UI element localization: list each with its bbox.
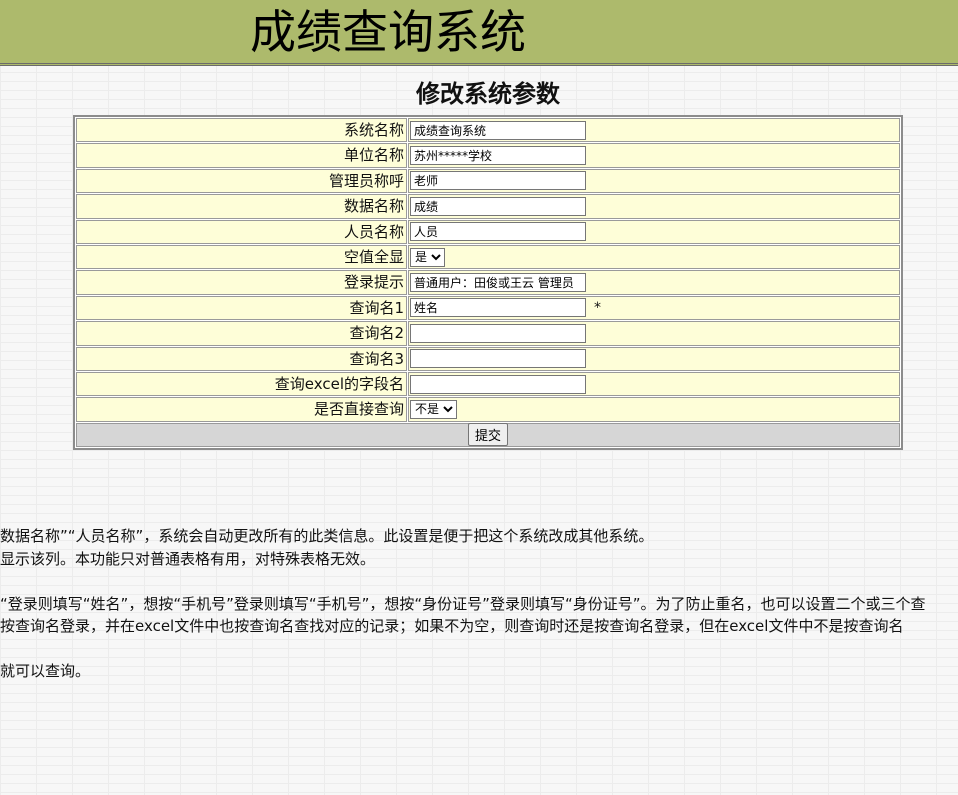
show-empty-select[interactable]: 是 bbox=[410, 247, 445, 267]
form-row-person-name: 人员名称 bbox=[75, 219, 901, 244]
note-line bbox=[0, 570, 958, 593]
field-label: 查询名3 bbox=[76, 346, 407, 371]
form-row-org-name: 单位名称 bbox=[75, 142, 901, 168]
form-row-query-name-3: 查询名3 bbox=[75, 346, 901, 371]
field-label: 查询excel的字段名 bbox=[76, 371, 407, 397]
field-label: 空值全显 bbox=[76, 244, 407, 270]
form-row-admin-title: 管理员称呼 bbox=[75, 168, 901, 194]
note-line: 按查询名登录，并在excel文件中也按查询名查找对应的记录；如果不为空，则查询时… bbox=[0, 617, 904, 635]
org-name-input[interactable] bbox=[410, 146, 586, 166]
note-line bbox=[0, 638, 958, 661]
note-line: 数据名称”“人员名称”，系统会自动更改所有的此类信息。此设置是便于把这个系统改成… bbox=[0, 527, 654, 545]
form-row-excel-field: 查询excel的字段名 bbox=[75, 371, 901, 397]
settings-form: 系统名称 单位名称 管理员称呼 数据名称 人员名称 空值全显 是 bbox=[73, 115, 903, 450]
note-line: “登录则填写“姓名”，想按“手机号”登录则填写“手机号”，想按“身份证号”登录则… bbox=[0, 594, 926, 613]
field-label: 查询名1 bbox=[76, 295, 407, 321]
field-label: 系统名称 bbox=[76, 118, 407, 143]
data-name-input[interactable] bbox=[410, 196, 586, 216]
field-label: 人员名称 bbox=[76, 219, 407, 244]
field-label: 登录提示 bbox=[76, 270, 407, 295]
note-line: 显示该列。本功能只对普通表格有用，对特殊表格无效。 bbox=[0, 549, 376, 568]
query-name-3-input[interactable] bbox=[410, 349, 586, 369]
field-label: 查询名2 bbox=[76, 321, 407, 346]
field-label: 管理员称呼 bbox=[76, 168, 407, 194]
form-row-direct-query: 是否直接查询 不是 bbox=[75, 396, 901, 422]
required-marker: * bbox=[594, 299, 601, 316]
submit-row: 提交 bbox=[76, 422, 900, 447]
submit-button[interactable]: 提交 bbox=[467, 423, 508, 447]
person-name-input[interactable] bbox=[410, 222, 586, 242]
app-header: 成绩查询系统 bbox=[0, 0, 958, 66]
field-label: 数据名称 bbox=[76, 194, 407, 219]
system-name-input[interactable] bbox=[410, 120, 586, 140]
form-row-show-empty: 空值全显 是 bbox=[75, 244, 901, 270]
direct-query-select[interactable]: 不是 bbox=[410, 399, 457, 419]
field-label: 是否直接查询 bbox=[76, 397, 407, 422]
help-notes: 数据名称”“人员名称”，系统会自动更改所有的此类信息。此设置是便于把这个系统改成… bbox=[0, 525, 958, 683]
form-row-query-name-2: 查询名2 bbox=[75, 320, 901, 346]
admin-title-input[interactable] bbox=[410, 171, 586, 191]
form-row-login-hint: 登录提示 bbox=[75, 269, 901, 295]
page-title: 修改系统参数 bbox=[416, 80, 560, 108]
query-name-2-input[interactable] bbox=[410, 323, 586, 343]
note-line: 就可以查询。 bbox=[0, 662, 91, 680]
field-label: 单位名称 bbox=[76, 143, 407, 168]
form-row-query-name-1: 查询名1 * bbox=[75, 295, 901, 321]
login-hint-input[interactable] bbox=[410, 273, 586, 293]
excel-field-input[interactable] bbox=[410, 374, 586, 394]
query-name-1-input[interactable] bbox=[410, 298, 586, 318]
app-title: 成绩查询系统 bbox=[250, 5, 526, 59]
form-row-data-name: 数据名称 bbox=[75, 193, 901, 219]
form-row-system-name: 系统名称 bbox=[75, 117, 901, 143]
